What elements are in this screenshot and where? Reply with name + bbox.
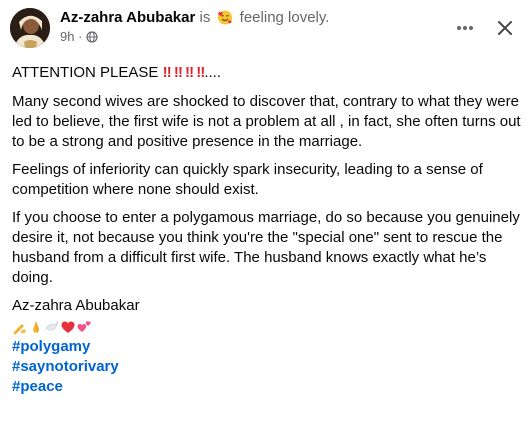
post-subline: 9h ·: [60, 29, 329, 45]
more-options-button[interactable]: [453, 16, 477, 40]
hashtag-saynotorivary[interactable]: #saynotorivary: [12, 357, 522, 377]
post-header: Az-zahra Abubakar is feeling lovely. 9h …: [10, 6, 521, 50]
paragraph-3: If you choose to enter a polygamous marr…: [12, 209, 520, 286]
paragraph-2: Feelings of inferiority can quickly spar…: [12, 161, 483, 198]
avatar-image: [10, 8, 50, 48]
author-avatar[interactable]: [10, 8, 50, 48]
emoji-line: [12, 317, 522, 337]
folded-hands-icon: [33, 321, 39, 333]
paragraph-1: Many second wives are shocked to discove…: [12, 93, 521, 150]
close-icon: [498, 21, 512, 35]
double-exclamation-icons: ‼ ‼ ‼ ‼: [162, 64, 206, 81]
author-name[interactable]: Az-zahra Abubakar: [60, 9, 195, 26]
headline: ATTENTION PLEASE ‼ ‼ ‼ ‼....: [12, 63, 522, 83]
feeling-text: feeling lovely.: [239, 9, 330, 26]
facebook-post: Az-zahra Abubakar is feeling lovely. 9h …: [0, 0, 531, 426]
hashtag-polygamy[interactable]: #polygamy: [12, 337, 522, 357]
headline-text: ATTENTION PLEASE: [12, 64, 159, 81]
hashtag-peace[interactable]: #peace: [12, 377, 522, 397]
red-heart-icon: [61, 321, 75, 333]
is-word: is: [199, 9, 211, 26]
post-body: ATTENTION PLEASE ‼ ‼ ‼ ‼.... Many second…: [12, 63, 522, 397]
timestamp[interactable]: 9h: [60, 29, 74, 44]
headline-trailing: ....: [204, 64, 222, 81]
globe-icon[interactable]: [86, 31, 98, 43]
two-hearts-icon: [77, 321, 91, 332]
close-button[interactable]: [493, 16, 517, 40]
author-line: Az-zahra Abubakar is feeling lovely.: [60, 8, 329, 28]
meta-separator: ·: [78, 29, 83, 44]
signature: Az-zahra Abubakar: [12, 297, 140, 314]
more-dots-icon: [457, 26, 473, 30]
smiling-face-with-hearts-icon: [217, 10, 232, 25]
writing-hand-icon: [13, 324, 26, 335]
post-meta: Az-zahra Abubakar is feeling lovely. 9h …: [60, 8, 329, 45]
dove-icon: [45, 321, 59, 331]
